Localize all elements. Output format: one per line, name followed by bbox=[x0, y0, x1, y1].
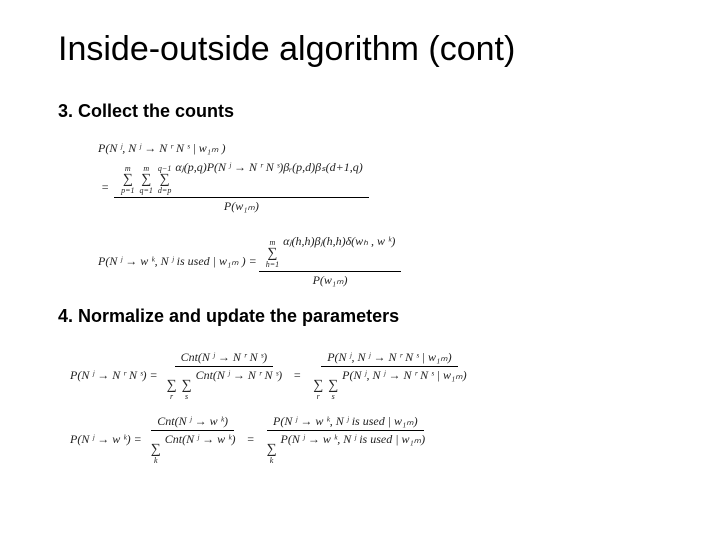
equals-icon: = bbox=[293, 369, 301, 382]
step-3-heading: 3. Collect the counts bbox=[58, 101, 662, 122]
eq3-num2: P(N ʲ, N ʲ → N ʳ N ˢ | w₁ₘ) bbox=[321, 351, 457, 367]
eq2-lhs: P(N ʲ → w ᵏ, N ʲ is used | w₁ₘ ) = bbox=[98, 255, 257, 268]
sigma-icon: ∑ bbox=[167, 379, 177, 393]
sigma-icon: ∑ bbox=[267, 443, 277, 457]
equals-icon: = bbox=[246, 433, 254, 446]
sum-lower: r bbox=[170, 393, 173, 401]
eq2-den: P(w₁ₘ) bbox=[307, 272, 354, 287]
sum-lower: k bbox=[154, 457, 158, 465]
eq2-body: αⱼ(h,h)βⱼ(h,h)δ(wₕ , w ᵏ) bbox=[283, 234, 395, 248]
sigma-icon: ∑ bbox=[160, 173, 170, 187]
eq3-num1: Cnt(N ʲ → N ʳ N ˢ) bbox=[175, 351, 274, 367]
sigma-icon: ∑ bbox=[182, 379, 192, 393]
equation-1: P(N ʲ, N ʲ → N ʳ N ˢ | w₁ₘ ) = m∑p=1 m∑q… bbox=[58, 142, 662, 213]
sum-lower: k bbox=[270, 457, 274, 465]
sum-lower: p=1 bbox=[121, 187, 134, 195]
equation-4: P(N ʲ → w ᵏ) = Cnt(N ʲ → w ᵏ) ∑k Cnt(N ʲ… bbox=[58, 415, 662, 465]
sigma-icon: ∑ bbox=[123, 173, 133, 187]
eq4-lhs: P(N ʲ → w ᵏ) = bbox=[70, 433, 142, 446]
sum-lower: s bbox=[332, 393, 335, 401]
sum-lower: h=1 bbox=[266, 261, 279, 269]
eq4-num1: Cnt(N ʲ → w ᵏ) bbox=[151, 415, 234, 431]
eq4-den1-body: Cnt(N ʲ → w ᵏ) bbox=[165, 432, 236, 446]
eq3-den1-body: Cnt(N ʲ → N ʳ N ˢ) bbox=[196, 368, 283, 382]
eq1-body: αⱼ(p,q)P(N ʲ → N ʳ N ˢ)βᵣ(p,d)βₛ(d+1,q) bbox=[175, 160, 362, 174]
sigma-icon: ∑ bbox=[141, 173, 151, 187]
equals-icon: = bbox=[101, 181, 109, 194]
slide-title: Inside-outside algorithm (cont) bbox=[58, 30, 662, 69]
eq4-den2-body: P(N ʲ → w ᵏ, N ʲ is used | w₁ₘ) bbox=[281, 432, 426, 446]
sigma-icon: ∑ bbox=[151, 443, 161, 457]
eq3-den2-body: P(N ʲ, N ʲ → N ʳ N ˢ | w₁ₘ) bbox=[342, 368, 466, 382]
sum-lower: q=1 bbox=[140, 187, 153, 195]
eq1-lhs: P(N ʲ, N ʲ → N ʳ N ˢ | w₁ₘ ) bbox=[98, 142, 225, 155]
slide: Inside-outside algorithm (cont) 3. Colle… bbox=[0, 0, 720, 465]
sigma-icon: ∑ bbox=[328, 379, 338, 393]
sum-lower: s bbox=[185, 393, 188, 401]
sigma-icon: ∑ bbox=[313, 379, 323, 393]
eq1-den: P(w₁ₘ) bbox=[218, 198, 265, 213]
sigma-icon: ∑ bbox=[267, 247, 277, 261]
sum-lower: r bbox=[317, 393, 320, 401]
equation-2: P(N ʲ → w ᵏ, N ʲ is used | w₁ₘ ) = m∑h=1… bbox=[58, 235, 662, 287]
step-4-heading: 4. Normalize and update the parameters bbox=[58, 306, 662, 327]
sum-lower: d=p bbox=[158, 187, 171, 195]
eq4-num2: P(N ʲ → w ᵏ, N ʲ is used | w₁ₘ) bbox=[267, 415, 424, 431]
equation-3: P(N ʲ → N ʳ N ˢ) = Cnt(N ʲ → N ʳ N ˢ) ∑r… bbox=[58, 351, 662, 401]
eq3-lhs: P(N ʲ → N ʳ N ˢ) = bbox=[70, 369, 158, 382]
